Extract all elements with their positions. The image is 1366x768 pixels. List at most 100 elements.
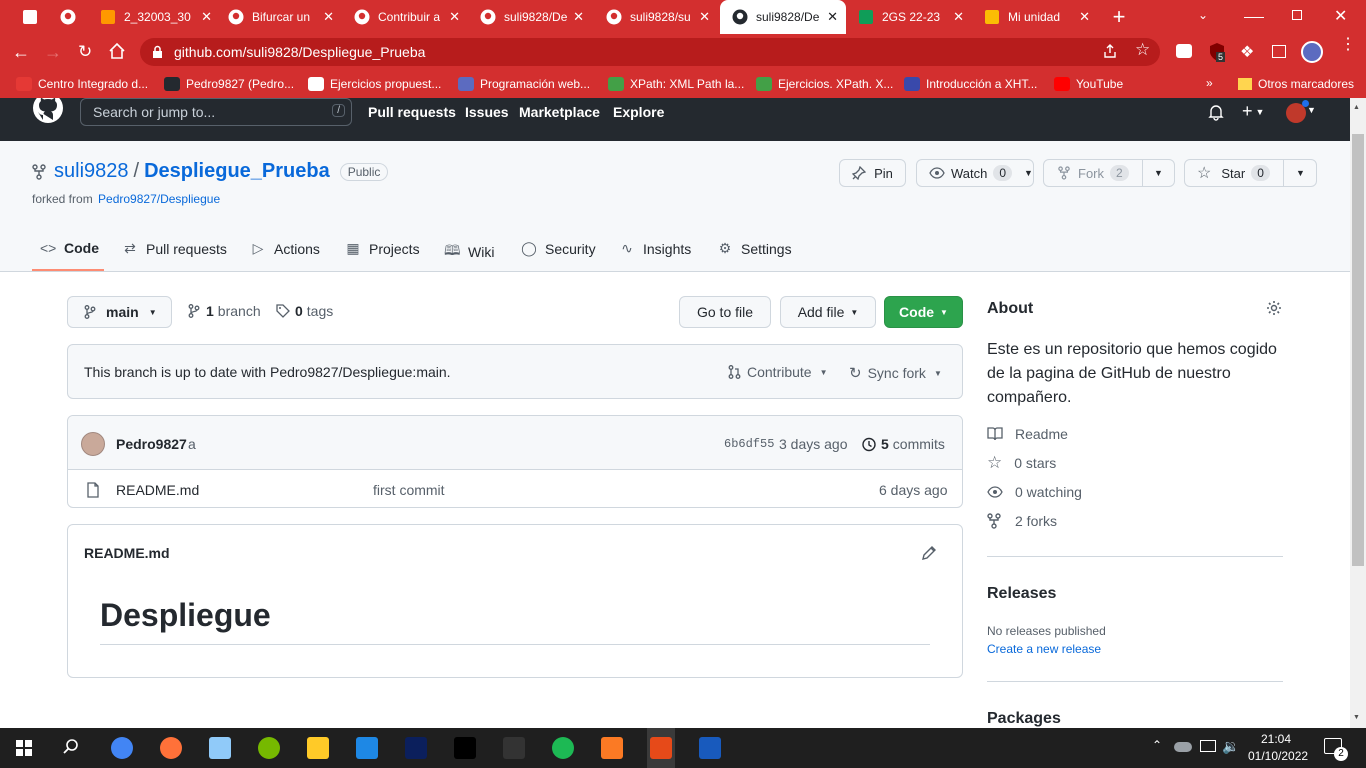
- nav-explore[interactable]: Explore: [613, 104, 664, 120]
- file-explorer-icon[interactable]: [304, 734, 332, 762]
- pin-button[interactable]: Pin: [839, 159, 906, 187]
- watch-button[interactable]: Watch 0 ▼: [916, 159, 1034, 187]
- git-tool-icon[interactable]: [647, 728, 675, 768]
- bookmark-item[interactable]: Ejercicios. XPath. X...: [756, 70, 893, 98]
- create-release-link[interactable]: Create a new release: [987, 642, 1101, 656]
- windows-start-icon[interactable]: [16, 740, 32, 756]
- watch-dropdown-icon[interactable]: ▼: [1024, 168, 1033, 178]
- chrome-icon[interactable]: [108, 734, 136, 762]
- star-dropdown-icon[interactable]: ▼: [1296, 168, 1305, 178]
- fork-dropdown-icon[interactable]: ▼: [1154, 168, 1163, 178]
- extension-icon[interactable]: [1176, 44, 1192, 58]
- xampp-icon[interactable]: [598, 734, 626, 762]
- repo-name-link[interactable]: Despliegue_Prueba: [144, 160, 330, 183]
- scrollbar-thumb[interactable]: [1352, 134, 1364, 566]
- terminal-icon[interactable]: [500, 734, 528, 762]
- tab-pull-requests[interactable]: ⇄ Pull requests: [122, 240, 227, 257]
- netflix-icon[interactable]: [451, 734, 479, 762]
- browser-tab[interactable]: suli9828/su ✕: [594, 0, 718, 34]
- browser-tab[interactable]: [48, 0, 86, 34]
- github-logo-icon[interactable]: [32, 98, 64, 126]
- close-tab-icon[interactable]: ✕: [1079, 9, 1090, 25]
- bookmark-item[interactable]: Programación web...: [458, 70, 590, 98]
- virtualbox-icon[interactable]: [353, 734, 381, 762]
- close-window-button[interactable]: ✕: [1334, 6, 1347, 26]
- avatar-dropdown-icon[interactable]: ▼: [1307, 105, 1316, 115]
- onedrive-icon[interactable]: [1174, 742, 1192, 752]
- share-icon[interactable]: [1102, 43, 1118, 59]
- close-tab-icon[interactable]: ✕: [953, 9, 964, 25]
- browser-tab[interactable]: 2GS 22-23 ✕: [846, 0, 972, 34]
- readme-title[interactable]: README.md: [84, 545, 170, 561]
- commit-avatar[interactable]: [81, 432, 105, 456]
- nav-issues[interactable]: Issues: [465, 104, 509, 120]
- add-file-button[interactable]: Add file ▼: [780, 296, 876, 328]
- close-tab-icon[interactable]: ✕: [827, 9, 838, 25]
- close-tab-icon[interactable]: ✕: [201, 9, 212, 25]
- browser-tab[interactable]: [10, 0, 44, 34]
- tab-settings[interactable]: ⚙ Settings: [717, 240, 792, 257]
- bookmark-item[interactable]: Pedro9827 (Pedro...: [164, 70, 294, 98]
- tab-wiki[interactable]: 🕮 Wiki: [444, 240, 494, 264]
- stars-link[interactable]: ☆ 0 stars: [987, 454, 1056, 471]
- tab-search-icon[interactable]: ⌄: [1198, 8, 1208, 22]
- bookmark-item[interactable]: YouTube: [1054, 70, 1123, 98]
- ublock-icon[interactable]: 5: [1208, 42, 1226, 62]
- sidepanel-icon[interactable]: [1272, 45, 1286, 58]
- back-button[interactable]: ←: [12, 42, 30, 63]
- bookmark-item[interactable]: XPath: XML Path la...: [608, 70, 744, 98]
- watching-link[interactable]: 0 watching: [987, 484, 1082, 500]
- other-bookmarks[interactable]: Otros marcadores: [1238, 70, 1354, 98]
- pencil-icon[interactable]: [921, 545, 937, 561]
- puzzle-icon[interactable]: ❖: [1240, 42, 1254, 62]
- tab-projects[interactable]: ▦ Projects: [345, 240, 419, 257]
- nav-pull-requests[interactable]: Pull requests: [368, 104, 456, 120]
- bell-icon[interactable]: [1208, 104, 1224, 121]
- commit-message[interactable]: a: [188, 436, 196, 452]
- tab-security[interactable]: ◯ Security: [521, 240, 595, 257]
- volume-icon[interactable]: 🔉: [1222, 738, 1239, 755]
- browser-tab[interactable]: suli9828/De ✕: [720, 0, 846, 34]
- browser-tab[interactable]: Bifurcar un ✕: [216, 0, 342, 34]
- forward-button[interactable]: →: [44, 42, 62, 63]
- forks-link[interactable]: 2 forks: [987, 513, 1057, 529]
- firefox-icon[interactable]: [157, 734, 185, 762]
- close-tab-icon[interactable]: ✕: [323, 9, 334, 25]
- spotify-icon[interactable]: [549, 734, 577, 762]
- home-button[interactable]: [108, 42, 126, 60]
- bookmark-item[interactable]: Ejercicios propuest...: [308, 70, 441, 98]
- bookmark-item[interactable]: Centro Integrado d...: [16, 70, 148, 98]
- branches-link[interactable]: 1 branch: [188, 303, 261, 319]
- show-hidden-icons[interactable]: ⌃: [1152, 738, 1162, 752]
- bookmark-star-icon[interactable]: ☆: [1135, 40, 1150, 60]
- contribute-button[interactable]: Contribute ▼: [728, 364, 828, 380]
- file-name[interactable]: README.md: [116, 482, 199, 498]
- minimize-button[interactable]: [1244, 8, 1264, 18]
- readme-link[interactable]: Readme: [987, 426, 1068, 442]
- utorrent-icon[interactable]: [255, 734, 283, 762]
- clock[interactable]: 21:04 01/10/2022: [1248, 731, 1308, 765]
- tags-link[interactable]: 0 tags: [276, 303, 333, 319]
- code-button[interactable]: Code ▼: [884, 296, 963, 328]
- scroll-down-arrow-icon[interactable]: ▼: [1353, 714, 1360, 721]
- search-icon[interactable]: [62, 738, 80, 756]
- github-search-input[interactable]: Search or jump to... /: [80, 98, 352, 126]
- tab-code[interactable]: <> Code: [40, 240, 99, 256]
- commits-link[interactable]: 5 commits: [861, 436, 945, 452]
- close-tab-icon[interactable]: ✕: [699, 9, 710, 25]
- commit-hash[interactable]: 6b6df55: [724, 437, 774, 451]
- reload-button[interactable]: ↻: [78, 42, 92, 62]
- about-settings-gear-icon[interactable]: [1266, 300, 1282, 316]
- browser-tab[interactable]: Contribuir a ✕: [342, 0, 468, 34]
- profile-avatar[interactable]: [1301, 41, 1323, 63]
- browser-tab[interactable]: 2_32003_30 ✕: [88, 0, 220, 34]
- go-to-file-button[interactable]: Go to file: [679, 296, 771, 328]
- disney-plus-icon[interactable]: [402, 734, 430, 762]
- cube-app-icon[interactable]: [206, 734, 234, 762]
- bookmark-item[interactable]: Introducción a XHT...: [904, 70, 1037, 98]
- new-tab-button[interactable]: +: [1108, 6, 1130, 29]
- word-icon[interactable]: [696, 734, 724, 762]
- nav-marketplace[interactable]: Marketplace: [519, 104, 600, 120]
- network-icon[interactable]: [1200, 740, 1216, 752]
- star-button[interactable]: ☆ Star 0 ▼: [1184, 159, 1317, 187]
